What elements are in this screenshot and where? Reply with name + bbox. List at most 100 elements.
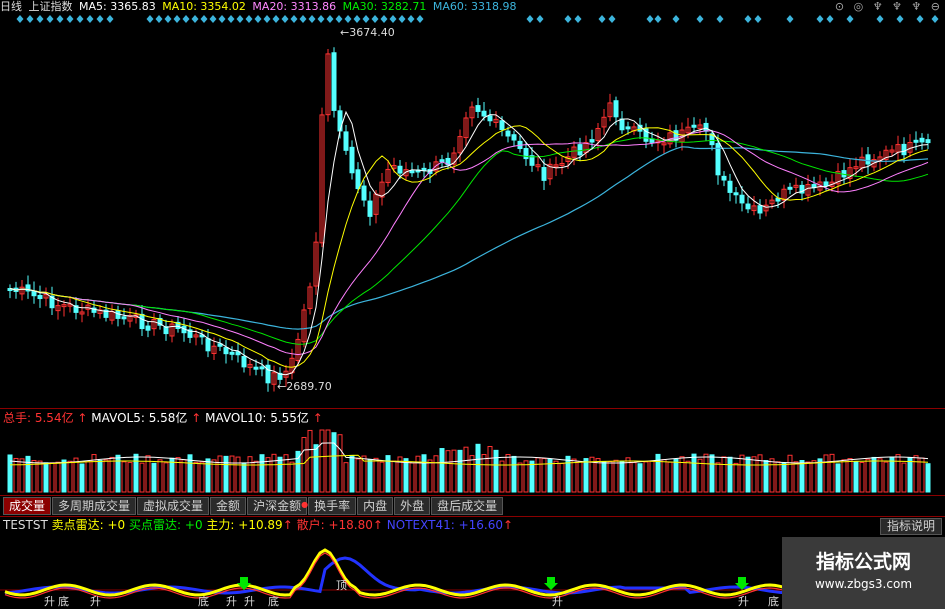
signal-diamond <box>218 15 226 23</box>
volume-bar <box>571 458 577 493</box>
candle-body <box>613 100 619 118</box>
signal-diamond <box>389 15 397 23</box>
main-force-label: 主力: <box>206 518 239 532</box>
signal-diamond <box>672 15 680 23</box>
candle-body <box>223 347 229 355</box>
signal-diamond <box>754 15 762 23</box>
buy-arrow-icon <box>544 577 558 590</box>
candle-body <box>745 203 751 210</box>
signal-diamond <box>245 15 253 23</box>
volume-bar <box>475 443 481 493</box>
volume-bar <box>577 461 583 493</box>
volume-bar <box>79 463 85 493</box>
tab-multi-period-volume[interactable]: 多周期成交量 <box>52 497 137 515</box>
signal-diamond <box>317 15 325 23</box>
total-volume-value: 5.54亿 <box>34 411 74 425</box>
tab-turnover[interactable]: 换手率 <box>308 497 357 515</box>
signal-diamond <box>66 15 74 23</box>
volume-bar <box>799 459 805 493</box>
tab-virtual-volume[interactable]: 虚拟成交量 <box>137 497 210 515</box>
volume-bar <box>19 458 25 493</box>
signal-diamond <box>36 15 44 23</box>
volume-bar <box>715 462 721 493</box>
volume-bar <box>391 460 397 493</box>
candle-body <box>487 115 493 122</box>
volume-bar <box>61 459 67 493</box>
candle-body <box>727 180 733 193</box>
tab-outer[interactable]: 外盘 <box>394 497 431 515</box>
signal-diamond <box>173 15 181 23</box>
volume-bar <box>847 458 853 493</box>
candle-body <box>337 110 343 132</box>
signal-marker: 底 <box>768 595 779 608</box>
volume-bar <box>133 453 139 493</box>
candle-body <box>733 192 739 196</box>
volume-bar <box>319 429 325 493</box>
signal-diamond <box>362 15 370 23</box>
panel-divider <box>0 495 945 496</box>
volume-bar <box>751 456 757 493</box>
volume-bar <box>451 449 457 493</box>
volume-bar <box>871 456 877 493</box>
candle-body <box>505 130 511 137</box>
volume-bar <box>583 458 589 493</box>
signal-diamond <box>46 15 54 23</box>
high-price-label: ←3674.40 <box>340 26 395 39</box>
candle-body <box>577 144 583 156</box>
signal-diamond <box>254 15 262 23</box>
volume-bar <box>925 463 931 493</box>
volume-bar <box>733 462 739 493</box>
volume-bar <box>487 446 493 493</box>
tab-after-hours-volume[interactable]: 盘后成交量 <box>431 497 504 515</box>
tab-hs-amount[interactable]: 沪深金额 ● <box>247 497 309 515</box>
volume-bar <box>37 460 43 493</box>
volume-bar <box>181 459 187 493</box>
signal-markers: 升 底 升 底 升 升 底 顶 升 升 底 <box>0 579 790 608</box>
volume-bar <box>553 460 559 493</box>
tab-inner[interactable]: 内盘 <box>357 497 394 515</box>
signal-diamond <box>574 15 582 23</box>
volume-bar <box>25 455 31 493</box>
volume-bar <box>535 457 541 493</box>
new-dot-icon: ● <box>301 500 309 509</box>
signal-diamond <box>182 15 190 23</box>
volume-bar <box>565 455 571 493</box>
volume-bar <box>613 459 619 493</box>
signal-marker: 升 <box>552 595 563 608</box>
tab-amount[interactable]: 金额 <box>210 497 247 515</box>
candle-body <box>349 146 355 174</box>
candle-body <box>265 364 271 384</box>
volume-bar <box>913 455 919 493</box>
candle-body <box>739 194 745 204</box>
signal-diamond <box>344 15 352 23</box>
volume-bar <box>517 462 523 493</box>
signal-diamond <box>200 15 208 23</box>
indicator-name: TESTST <box>3 518 48 532</box>
tab-volume[interactable]: 成交量 <box>3 497 52 515</box>
volume-bar <box>619 460 625 493</box>
signal-diamond <box>335 15 343 23</box>
candle-body <box>619 118 625 131</box>
volume-bar <box>103 459 109 493</box>
candle-body <box>499 120 505 131</box>
volume-bar <box>229 455 235 493</box>
signal-marker: 底 <box>198 595 209 608</box>
signal-diamond <box>744 15 752 23</box>
indicator-help-button[interactable]: 指标说明 <box>879 518 942 535</box>
volume-bar <box>253 460 259 493</box>
volume-bar <box>439 448 445 493</box>
volume-bar <box>883 461 889 493</box>
volume-bar <box>43 462 49 493</box>
volume-bar <box>499 460 505 493</box>
retail-label: 散户: <box>296 518 329 532</box>
volume-bar <box>607 461 613 493</box>
volume-bar <box>457 449 463 493</box>
signal-diamond <box>371 15 379 23</box>
signal-diamond <box>191 15 199 23</box>
watermark: 指标公式网 www.zbgs3.com <box>782 537 945 609</box>
signal-marker: 顶 <box>336 579 347 592</box>
total-volume-label: 总手: <box>3 411 35 425</box>
candle-body <box>625 126 631 130</box>
volume-bar <box>481 454 487 493</box>
volume-bar <box>337 434 343 493</box>
